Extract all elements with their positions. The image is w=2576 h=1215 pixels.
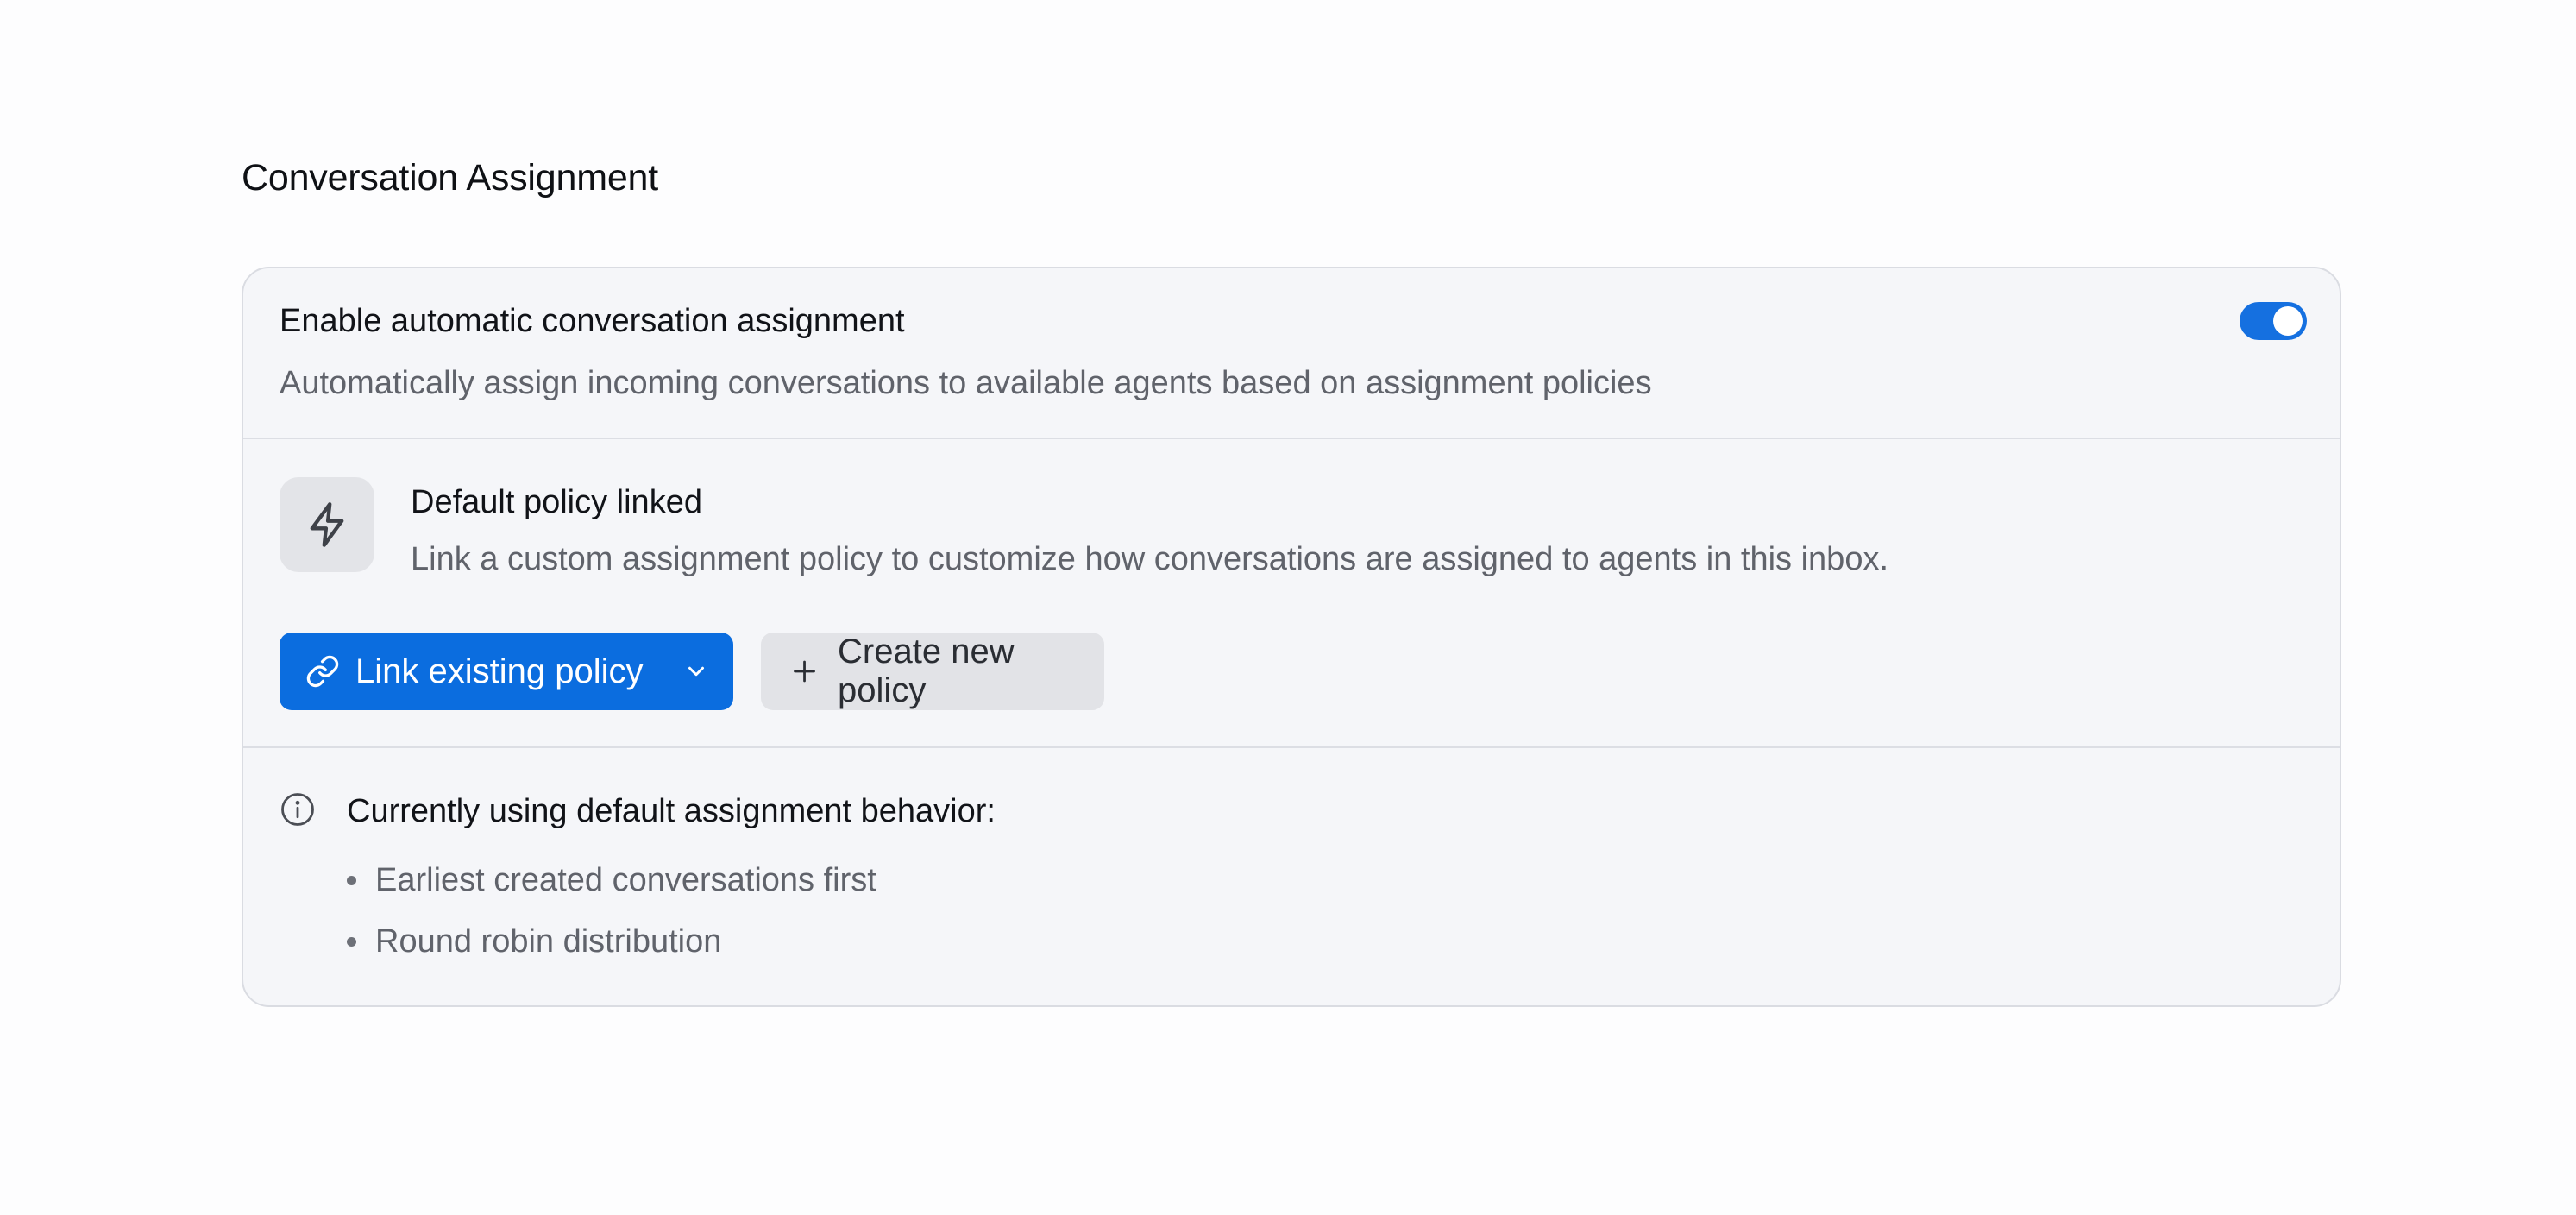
policy-title: Default policy linked [411, 484, 702, 520]
default-behavior-title: Currently using default assignment behav… [347, 793, 996, 829]
policy-icon-box [280, 477, 374, 572]
assignment-card: Enable automatic conversation assignment… [242, 267, 2341, 1007]
link-existing-policy-button[interactable]: Link existing policy [280, 633, 733, 710]
page: Conversation Assignment Enable automatic… [0, 0, 2576, 1215]
bullet-dot [347, 937, 356, 947]
list-item-text: Earliest created conversations first [375, 862, 876, 898]
auto-assign-title: Enable automatic conversation assignment [280, 303, 905, 339]
create-new-policy-button[interactable]: Create new policy [761, 633, 1104, 710]
link-existing-policy-label: Link existing policy [355, 652, 644, 690]
create-new-policy-label: Create new policy [838, 633, 1015, 709]
chevron-down-icon [688, 666, 704, 677]
auto-assign-toggle[interactable] [2240, 302, 2307, 340]
default-behavior-row: Currently using default assignment behav… [243, 748, 2340, 1005]
list-item-text: Round robin distribution [375, 923, 722, 960]
list-item: Earliest created conversations first [347, 862, 876, 899]
lightning-bolt-icon [310, 502, 344, 547]
section-title: Conversation Assignment [242, 157, 658, 198]
policy-description: Link a custom assignment policy to custo… [411, 541, 1889, 577]
policy-row: Default policy linked Link a custom assi… [243, 439, 2340, 748]
plus-icon [794, 660, 815, 683]
bullet-dot [347, 876, 356, 885]
list-item: Round robin distribution [347, 923, 721, 960]
auto-assign-row: Enable automatic conversation assignment… [243, 268, 2340, 439]
toggle-knob [2273, 306, 2303, 336]
info-circle-icon [281, 793, 314, 826]
auto-assign-description: Automatically assign incoming conversati… [280, 365, 1652, 401]
link-icon [306, 655, 339, 688]
